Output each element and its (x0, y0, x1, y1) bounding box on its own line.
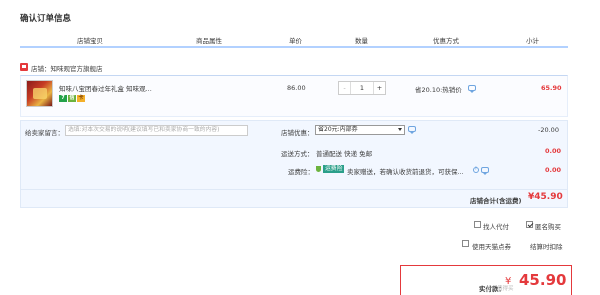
item-subtotal: 65.90 (541, 84, 562, 92)
shop-name-link[interactable]: 店铺：知味观官方旗舰店 (31, 63, 103, 73)
card-payment-icon: 卡 (77, 95, 85, 102)
remarks-label: 给卖家留言： (25, 129, 64, 137)
quantity-stepper: - 1 + (338, 81, 386, 95)
product-name-link[interactable]: 知味八宝团春过年礼盒 知味观... (59, 83, 152, 93)
column-header-shop-item: 店铺宝贝 (77, 37, 103, 45)
column-header-quantity: 数量 (355, 37, 368, 45)
credit-icon: 信 (68, 95, 76, 102)
seven-day-return-icon: 7 (59, 95, 67, 102)
delivery-label: 运送方式： (281, 150, 314, 158)
item-discount-text: 省20.10:热销价 (415, 86, 462, 94)
anonymous-purchase-label: 匿名购买 (535, 223, 561, 231)
shop-icon (20, 63, 28, 71)
unit-price: 86.00 (287, 84, 306, 92)
tmall-points-label: 使用天猫点券 (472, 243, 511, 251)
order-item-row (20, 75, 568, 117)
column-header-subtotal: 小计 (526, 37, 539, 45)
delivery-method: 普通配送 快递 免邮 (316, 150, 373, 158)
quantity-input[interactable]: 1 (351, 82, 373, 94)
discount-chat-icon[interactable] (468, 85, 476, 93)
watermark: 什么值得买 (486, 286, 514, 292)
shop-total-label: 店铺合计(含运费) (470, 197, 522, 205)
quantity-decrease-button[interactable]: - (339, 82, 351, 94)
column-header-discount: 优惠方式 (433, 37, 459, 45)
points-deduction-note: 结算时扣除 (530, 243, 563, 251)
shipping-insurance-tag: 运费险 (323, 165, 345, 173)
header-divider (20, 46, 568, 48)
help-icon[interactable]: ? (473, 167, 479, 173)
shipping-insurance-fee: 0.00 (545, 166, 562, 174)
proxy-pay-checkbox[interactable] (474, 221, 481, 228)
shop-total-value: ¥45.90 (528, 192, 563, 202)
column-header-unit-price: 单价 (289, 37, 302, 45)
insurance-chat-icon[interactable] (481, 167, 489, 175)
coupon-chat-icon[interactable] (408, 126, 416, 134)
payment-amount: 45.90 (519, 271, 567, 289)
remarks-input[interactable]: 选填:对本次交易的说明(建议填写已和卖家协商一致的内容) (65, 125, 248, 136)
chevron-down-icon (398, 128, 402, 131)
shield-icon (316, 166, 321, 172)
proxy-pay-label: 找人代付 (483, 223, 509, 231)
shipping-insurance-text: 卖家赠送，若确认收货前退货，可获保... (347, 168, 464, 176)
quantity-increase-button[interactable]: + (373, 82, 385, 94)
shop-coupon-selected: 省20元:内部券 (318, 126, 358, 133)
anonymous-purchase-checkbox[interactable] (526, 221, 533, 228)
delivery-fee: 0.00 (545, 147, 562, 155)
product-thumbnail[interactable] (26, 80, 53, 107)
tmall-points-checkbox[interactable] (462, 240, 469, 247)
shipping-insurance-label: 运费险： (288, 168, 314, 176)
column-header-attributes: 商品属性 (196, 37, 222, 45)
page-title: 确认订单信息 (20, 14, 72, 24)
shop-coupon-label: 店铺优惠： (281, 129, 314, 137)
shop-coupon-select[interactable]: 省20元:内部券 (315, 125, 405, 135)
shop-coupon-amount: -20.00 (538, 126, 559, 134)
